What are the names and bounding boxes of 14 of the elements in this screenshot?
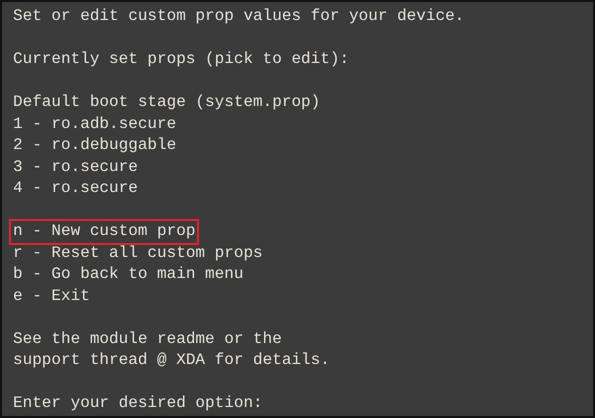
terminal-text: support thread @ XDA for details.	[12, 350, 331, 371]
terminal-text: Currently set props (pick to edit):	[12, 49, 350, 70]
menu-option[interactable]: 1 - ro.adb.secure	[11, 114, 178, 135]
menu-option[interactable]: 3 - ro.secure	[11, 156, 140, 178]
terminal-text: See the module readme or the	[12, 328, 283, 350]
menu-option[interactable]: 2 - ro.debuggable	[11, 135, 178, 156]
menu-option[interactable]: b - Go back to main menu	[11, 264, 246, 286]
menu-option[interactable]: 4 - ro.secure	[11, 178, 140, 200]
terminal-text: Default boot stage (system.prop)	[12, 92, 322, 113]
menu-option[interactable]: r - Reset all custom props	[11, 242, 265, 264]
terminal-text: Set or edit custom prop values for your device.	[12, 6, 466, 27]
menu-option[interactable]: n - New custom prop	[11, 221, 198, 242]
menu-option[interactable]: e - Exit	[11, 286, 92, 307]
terminal-text: Enter your desired option:	[12, 393, 264, 414]
